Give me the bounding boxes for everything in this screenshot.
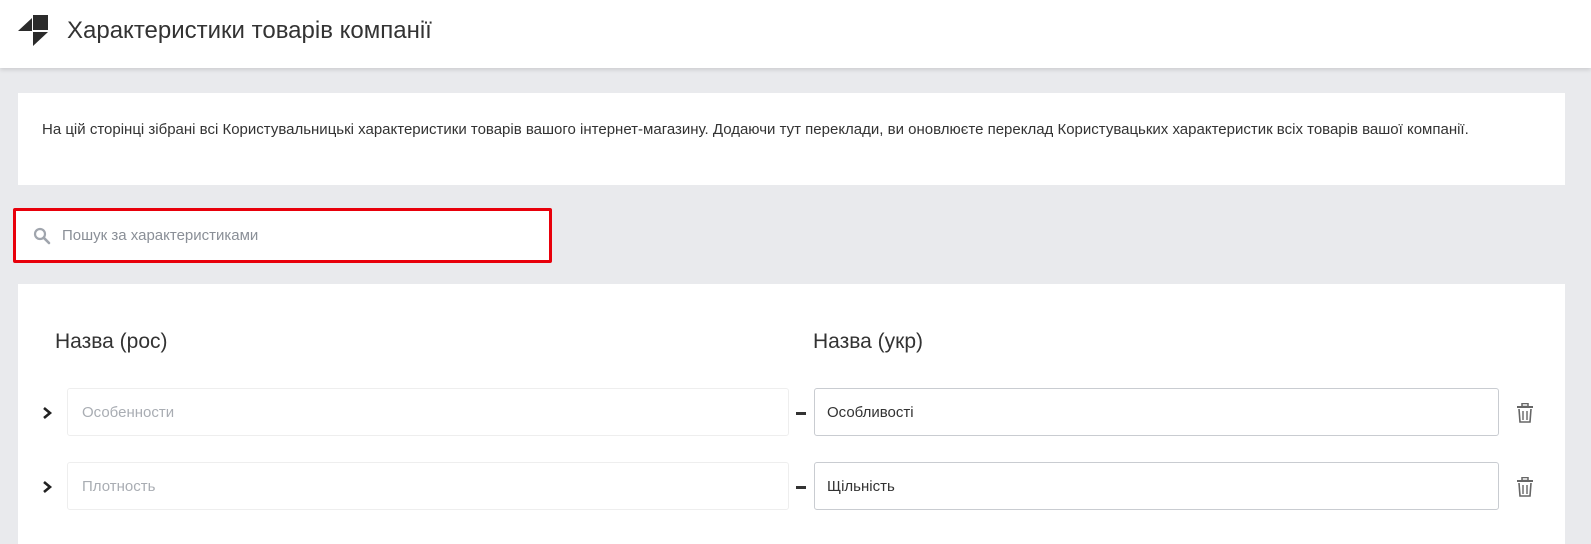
name-uk-input[interactable] [814, 388, 1499, 436]
trash-icon[interactable] [1516, 477, 1534, 497]
search-icon [33, 227, 51, 245]
column-header-uk: Назва (укр) [813, 330, 924, 353]
logo-icon [18, 15, 48, 46]
table-row: Плотность [18, 462, 1565, 512]
table-row: Особенности [18, 388, 1565, 438]
column-header-ru: Назва (рос) [55, 330, 168, 353]
search-box [13, 208, 552, 263]
chevron-right-icon[interactable] [40, 405, 54, 421]
dash-separator [796, 412, 806, 415]
name-uk-input[interactable] [814, 462, 1499, 510]
chevron-right-icon[interactable] [40, 479, 54, 495]
top-bar: Характеристики товарів компанії [0, 0, 1591, 68]
name-ru-field: Особенности [67, 388, 789, 436]
info-text: На цій сторінці зібрані всі Користувальн… [42, 121, 1469, 138]
search-input[interactable] [62, 219, 532, 251]
dash-separator [796, 486, 806, 489]
info-card: На цій сторінці зібрані всі Користувальн… [18, 93, 1565, 185]
page-title: Характеристики товарів компанії [67, 17, 432, 44]
characteristics-list: Назва (рос) Назва (укр) Особенности Плот… [18, 284, 1565, 544]
name-ru-field: Плотность [67, 462, 789, 510]
trash-icon[interactable] [1516, 403, 1534, 423]
